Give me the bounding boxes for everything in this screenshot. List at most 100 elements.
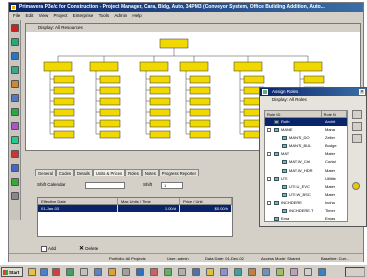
menu-help[interactable]: Help (132, 13, 141, 18)
window-title-bar[interactable]: Primavera P3e/c for Construction - Proje… (9, 3, 363, 12)
org-node (99, 108, 121, 117)
taskbar-app-icon[interactable] (206, 268, 214, 276)
roles-list[interactable]: Role ID Role N Roth Archit - MANE Mana MAN'S_… (264, 110, 348, 222)
menu-edit[interactable]: Edit (26, 13, 34, 18)
expand-collapse-icon[interactable]: - (267, 152, 271, 157)
shift-field[interactable]: 1 (161, 182, 183, 189)
expenses-icon[interactable] (11, 108, 19, 116)
role-row[interactable]: MAN'S_BUL Budge (265, 142, 347, 150)
role-row[interactable]: UTI.W_BSC Mater (265, 191, 347, 199)
taskbar-app-icon[interactable] (80, 268, 88, 276)
role-row[interactable]: - INCHDERE Incha (265, 199, 347, 207)
col-effective-date[interactable]: Effective Date (38, 198, 118, 204)
taskbar-app-icon[interactable] (94, 268, 102, 276)
role-icon (282, 184, 287, 189)
menu-enterprise[interactable]: Enterprise (73, 13, 94, 18)
tracking-icon[interactable] (11, 66, 19, 74)
role-id: MAT.W_Ctrl (289, 159, 311, 165)
role-row[interactable]: UTI.U_EVC Mater (265, 183, 347, 191)
issues-icon[interactable] (11, 122, 19, 130)
role-row[interactable]: - UTI Utilitie (265, 175, 347, 183)
org-node (53, 86, 75, 95)
menu-file[interactable]: File (13, 13, 20, 18)
tab-details[interactable]: Details (74, 169, 93, 176)
menu-view[interactable]: View (39, 13, 49, 18)
home-icon[interactable] (11, 24, 19, 32)
org-node (53, 108, 75, 117)
units-prices-grid[interactable]: Effective Date Max Units / Time Price / … (37, 197, 233, 237)
projects-icon[interactable] (11, 38, 19, 46)
expand-collapse-icon[interactable]: - (267, 176, 271, 181)
start-button[interactable]: Start (1, 267, 23, 277)
close-icon[interactable]: × (359, 89, 365, 95)
role-row[interactable]: MAT.W_Ctrl Curtai (265, 158, 347, 166)
assign-role-button[interactable] (352, 110, 362, 119)
col-role-id[interactable]: Role ID (265, 111, 322, 117)
role-row[interactable]: - MAT Mater (265, 150, 347, 158)
documents-icon[interactable] (11, 164, 19, 172)
help-button[interactable] (352, 134, 362, 143)
col-price-unit[interactable]: Price / Unit (180, 198, 232, 204)
menu-tools[interactable]: Tools (99, 13, 110, 18)
taskbar-app-icon[interactable] (122, 268, 130, 276)
reports-icon[interactable] (11, 150, 19, 158)
expand-collapse-icon[interactable]: - (267, 200, 271, 205)
taskbar-app-icon[interactable] (290, 268, 298, 276)
taskbar-app-icon[interactable] (178, 268, 186, 276)
tab-codes[interactable]: Codes (55, 169, 75, 176)
tab-roles[interactable]: Roles (125, 169, 142, 176)
add-button[interactable]: Add (41, 245, 56, 253)
role-row[interactable]: Ema Emas (265, 215, 347, 221)
wbs-icon[interactable] (11, 52, 19, 60)
dialog-title-bar[interactable]: Assign Roles × (260, 88, 366, 96)
menu-project[interactable]: Project (54, 13, 68, 18)
risks-icon[interactable] (11, 136, 19, 144)
activities-icon[interactable] (11, 94, 19, 102)
taskbar-app-icon[interactable] (150, 268, 158, 276)
role-row[interactable]: MAT.W_HDR Mater (265, 167, 347, 175)
role-row[interactable]: INCHDERE.T Timer (265, 207, 347, 215)
more-tools-icon[interactable] (11, 192, 19, 200)
org-node (293, 61, 323, 72)
taskbar-app-icon[interactable] (164, 268, 172, 276)
quicklaunch-icon[interactable] (40, 268, 48, 276)
role-row[interactable]: - MANE Mana (265, 126, 347, 134)
role-name: Mater (325, 191, 336, 197)
taskbar-app-icon[interactable] (318, 268, 326, 276)
col-max-units[interactable]: Max Units / Time (118, 198, 180, 204)
role-row[interactable]: MAN'S_DO Zeller (265, 134, 347, 142)
taskbar-app-icon[interactable] (220, 268, 228, 276)
taskbar-app-icon[interactable] (192, 268, 200, 276)
taskbar-app-icon[interactable] (276, 268, 284, 276)
quicklaunch-icon[interactable] (28, 268, 36, 276)
col-role-name[interactable]: Role N (322, 111, 347, 117)
table-row[interactable]: 01-Jan-03 1.00/d $0.00/h (38, 205, 232, 212)
info-icon[interactable] (352, 182, 360, 190)
taskbar-app-icon[interactable] (248, 268, 256, 276)
taskbar-app-icon[interactable] (108, 268, 116, 276)
org-node (99, 86, 121, 95)
tab-general[interactable]: General (35, 169, 56, 176)
org-node (189, 75, 211, 84)
org-node (189, 119, 211, 128)
shift-calendar-field[interactable] (85, 182, 125, 189)
tab-units-prices[interactable]: Units & Prices (92, 169, 126, 176)
taskbar-app-icon[interactable] (262, 268, 270, 276)
remove-role-button[interactable] (352, 122, 362, 131)
thresholds-icon[interactable] (11, 178, 19, 186)
taskbar-app-icon[interactable] (234, 268, 242, 276)
taskbar-app-icon[interactable] (66, 268, 74, 276)
taskbar-app-icon[interactable] (304, 268, 312, 276)
role-row[interactable]: Roth Archit (265, 118, 347, 127)
delete-button[interactable]: ✕ Delete (79, 245, 98, 253)
tab-notes[interactable]: Notes (141, 169, 159, 176)
org-node (43, 61, 73, 72)
resources-icon[interactable] (11, 80, 19, 88)
menu-admin[interactable]: Admin (114, 13, 127, 18)
org-node (189, 130, 211, 139)
quicklaunch-icon[interactable] (52, 268, 60, 276)
expand-collapse-icon[interactable]: - (267, 128, 271, 133)
role-icon (282, 192, 287, 197)
taskbar-app-icon[interactable] (136, 268, 144, 276)
tab-progress-reporter[interactable]: Progress Reporter (158, 169, 200, 176)
